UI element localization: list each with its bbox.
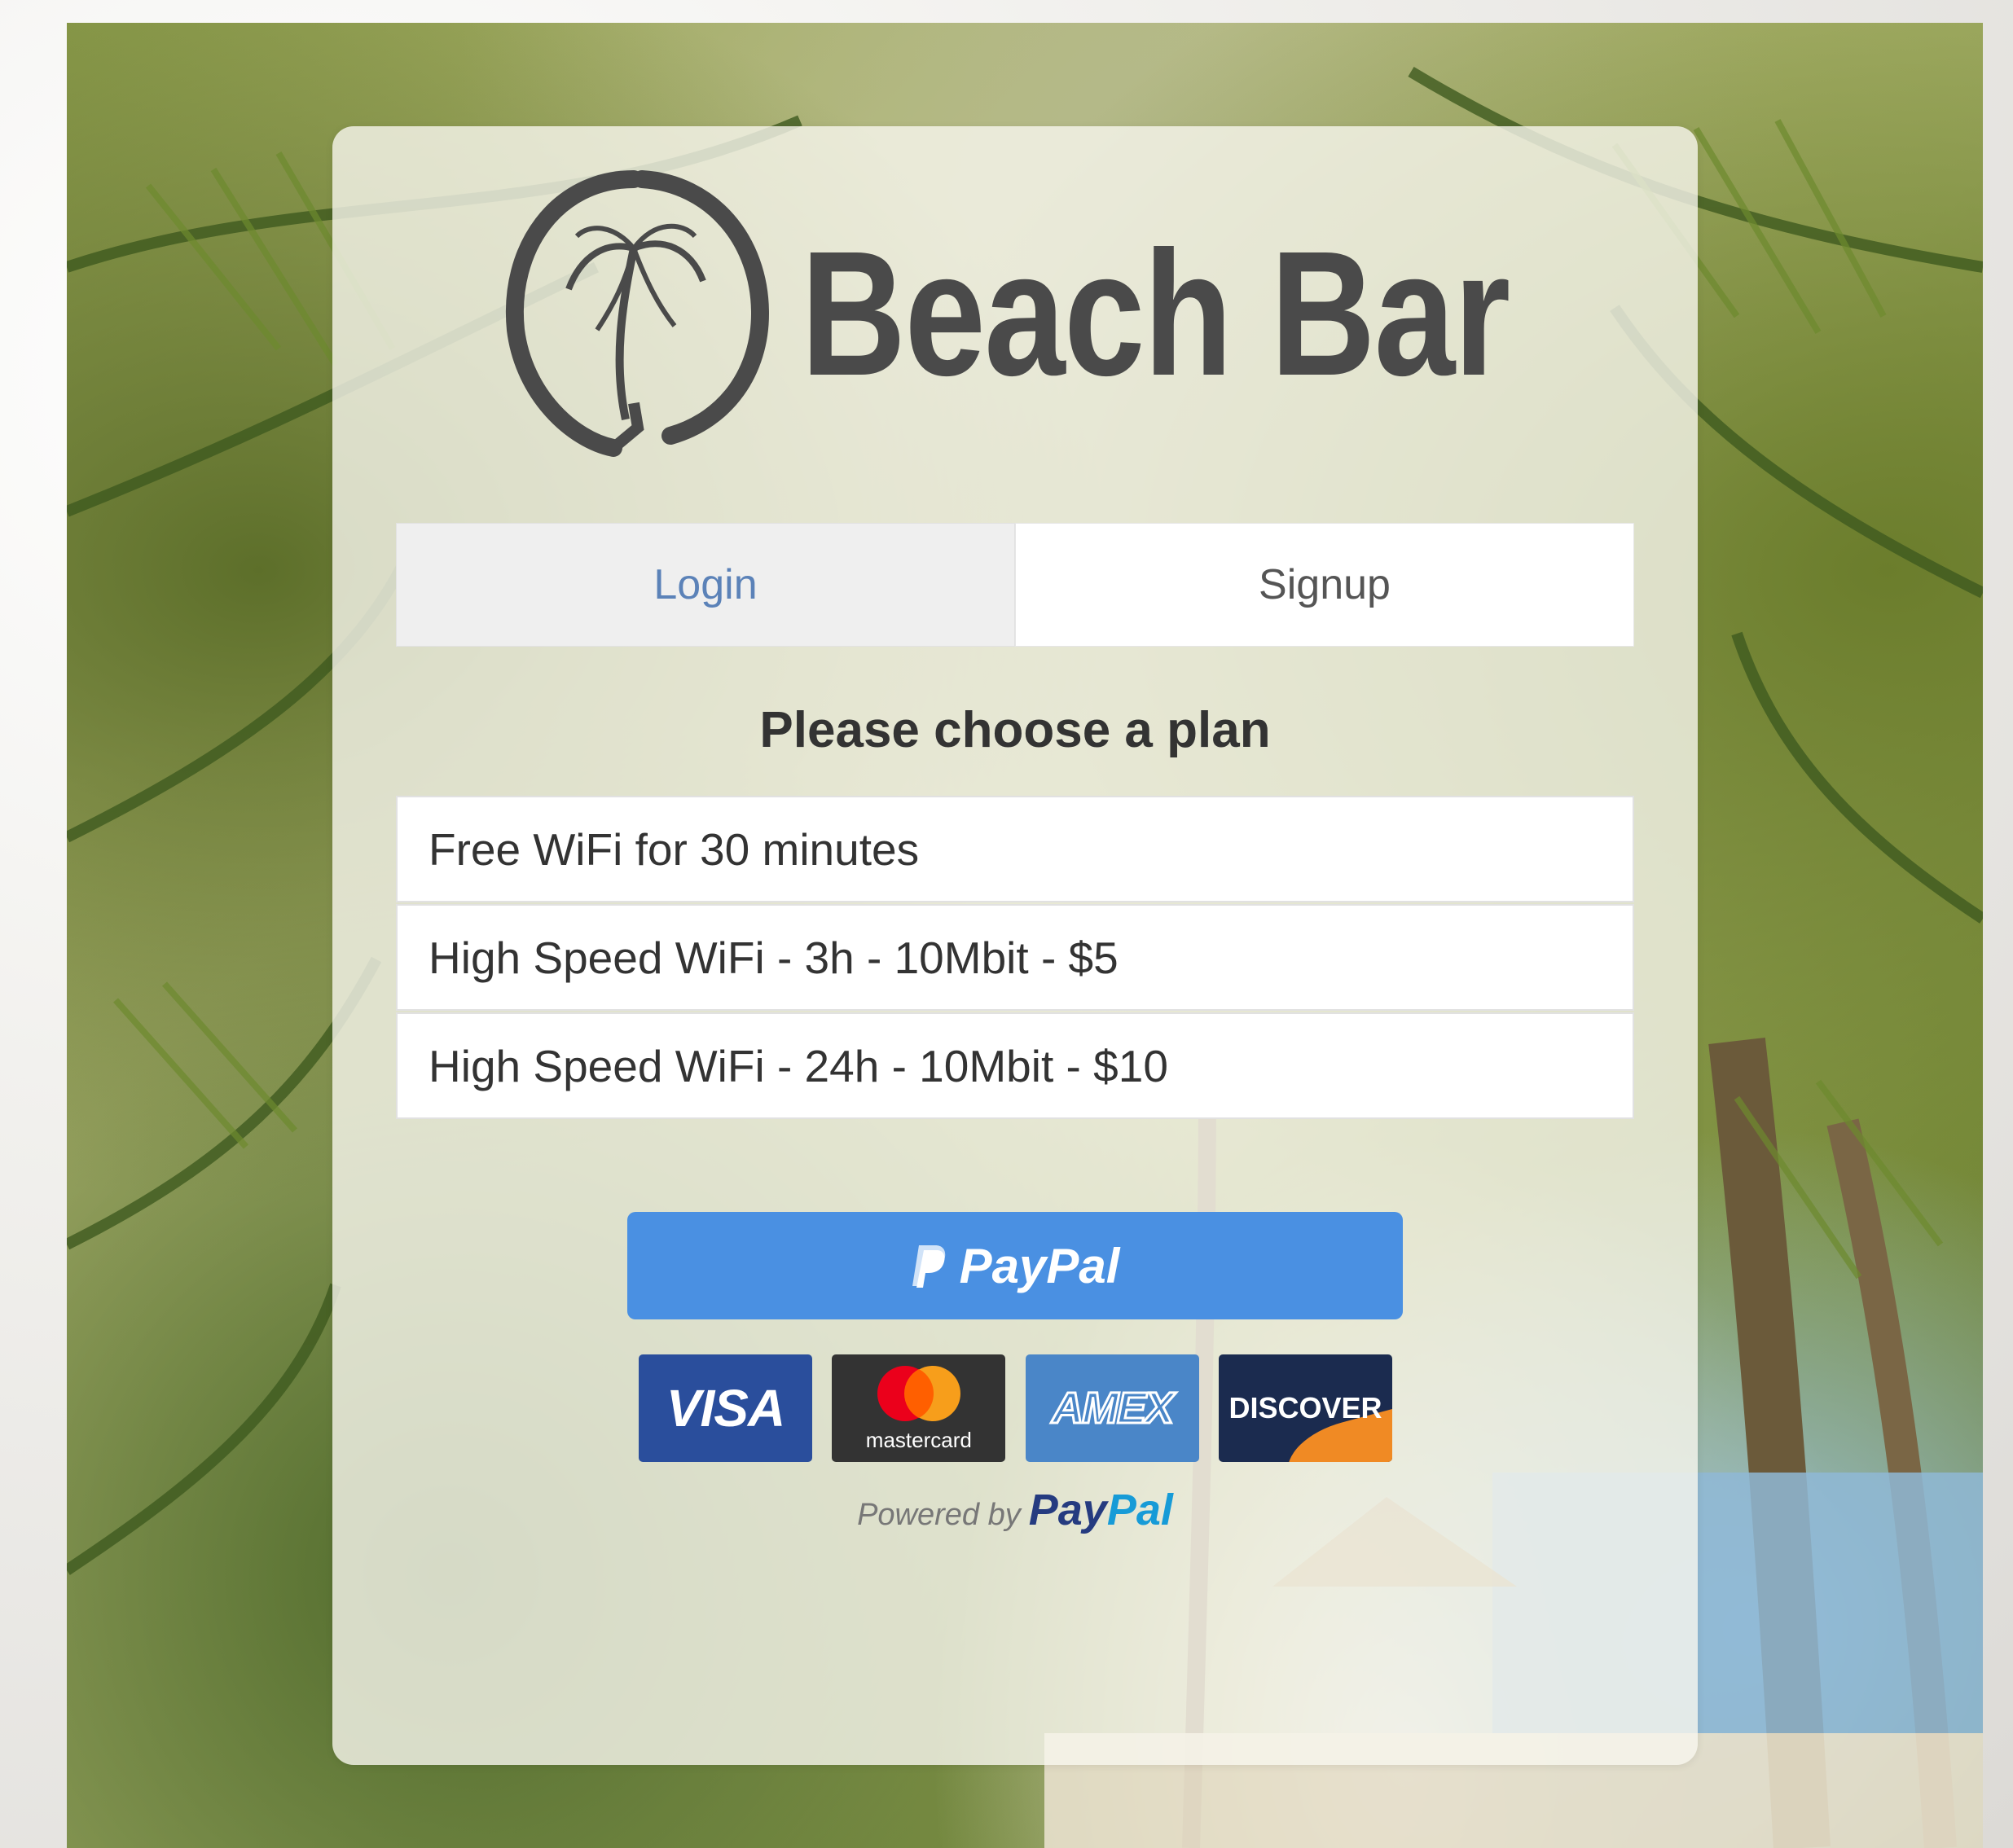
plan-option-3h[interactable]: High Speed WiFi - 3h - 10Mbit - $5 [396,904,1634,1011]
paypal-wordmark-pal: Pal [1106,1486,1173,1534]
paypal-button-label: PayPal [959,1238,1120,1293]
powered-by-text: Powered by [857,1498,1021,1532]
visa-label: VISA [666,1379,785,1438]
mastercard-label: mastercard [865,1427,972,1452]
paypal-wordmark: PayPal [1029,1485,1173,1535]
paypal-wordmark-pay: Pay [1028,1486,1107,1534]
discover-card-icon: DISCOVER [1218,1354,1392,1462]
brand-logo: Beach Bar [491,159,1558,468]
paypal-button[interactable]: PayPal [627,1212,1403,1319]
discover-label: DISCOVER [1228,1391,1382,1424]
brand-name: Beach Bar [801,215,1510,413]
login-card: Beach Bar Login Signup Please choose a p… [332,126,1698,1765]
plan-option-24h[interactable]: High Speed WiFi - 24h - 10Mbit - $10 [396,1012,1634,1119]
paypal-p-icon [912,1245,945,1288]
mastercard-circles-icon [877,1365,960,1421]
palm-tree-circle-icon [505,170,770,457]
plan-option-free-30min[interactable]: Free WiFi for 30 minutes [396,796,1634,902]
visa-card-icon: VISA [639,1354,812,1462]
powered-by-paypal: Powered by PayPal [332,1485,1698,1535]
amex-card-icon: AMEX [1025,1354,1199,1462]
tab-signup[interactable]: Signup [1015,523,1634,647]
plan-list: Free WiFi for 30 minutes High Speed WiFi… [396,796,1634,1121]
accepted-cards: VISA mastercard AMEX DISCOVER [639,1354,1392,1462]
plan-heading: Please choose a plan [759,702,1271,758]
amex-label: AMEX [1051,1383,1176,1434]
mastercard-card-icon: mastercard [832,1354,1006,1462]
tab-login[interactable]: Login [396,523,1015,647]
auth-tabs: Login Signup [396,523,1634,647]
